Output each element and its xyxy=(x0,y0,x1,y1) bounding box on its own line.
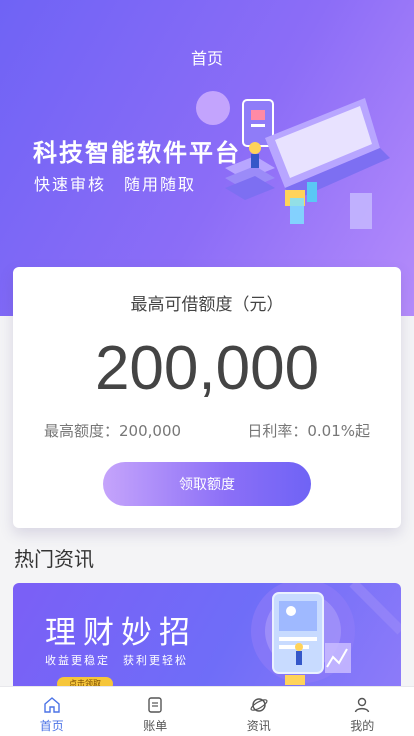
tab-bill[interactable]: 账单 xyxy=(104,687,208,736)
loan-card: 最高可借额度（元） 200,000 最高额度：200,000 日利率：0.01%… xyxy=(13,267,401,528)
news-banner-subtitle: 收益更稳定 获利更轻松 xyxy=(45,654,188,667)
news-banner[interactable]: 理财妙招 收益更稳定 获利更轻松 点击领取 xyxy=(13,583,401,693)
laptop-illustration xyxy=(196,91,390,229)
max-limit-label: 最高可借额度（元） xyxy=(130,295,284,315)
bill-icon xyxy=(148,697,162,713)
tab-news-label: 资讯 xyxy=(246,719,271,733)
tab-bill-label: 账单 xyxy=(143,719,168,733)
tab-home[interactable]: 首页 xyxy=(0,687,104,736)
bottom-tabbar: 首页 账单 资讯 我的 xyxy=(0,686,414,736)
tab-news[interactable]: 资讯 xyxy=(207,687,311,736)
max-amount-text: 最高额度：200,000 xyxy=(44,422,182,440)
limit-detail-row: 最高额度：200,000 日利率：0.01%起 xyxy=(44,420,370,441)
news-banner-title: 理财妙招 xyxy=(45,615,197,651)
user-icon xyxy=(355,697,370,713)
banner-subtitle: 快速审核 随用随取 xyxy=(34,175,197,194)
hot-news-title: 热门资讯 xyxy=(14,547,94,571)
home-icon xyxy=(44,697,60,713)
phone-illustration xyxy=(251,583,401,685)
max-limit-amount: 200,000 xyxy=(94,334,320,403)
planet-icon xyxy=(250,698,268,712)
tab-profile[interactable]: 我的 xyxy=(311,687,414,736)
tab-profile-label: 我的 xyxy=(350,719,375,733)
daily-rate-text: 日利率：0.01%起 xyxy=(247,422,370,440)
claim-limit-button[interactable]: 领取额度 xyxy=(103,462,311,506)
tab-home-label: 首页 xyxy=(39,719,64,733)
page-title: 首页 xyxy=(190,49,223,68)
